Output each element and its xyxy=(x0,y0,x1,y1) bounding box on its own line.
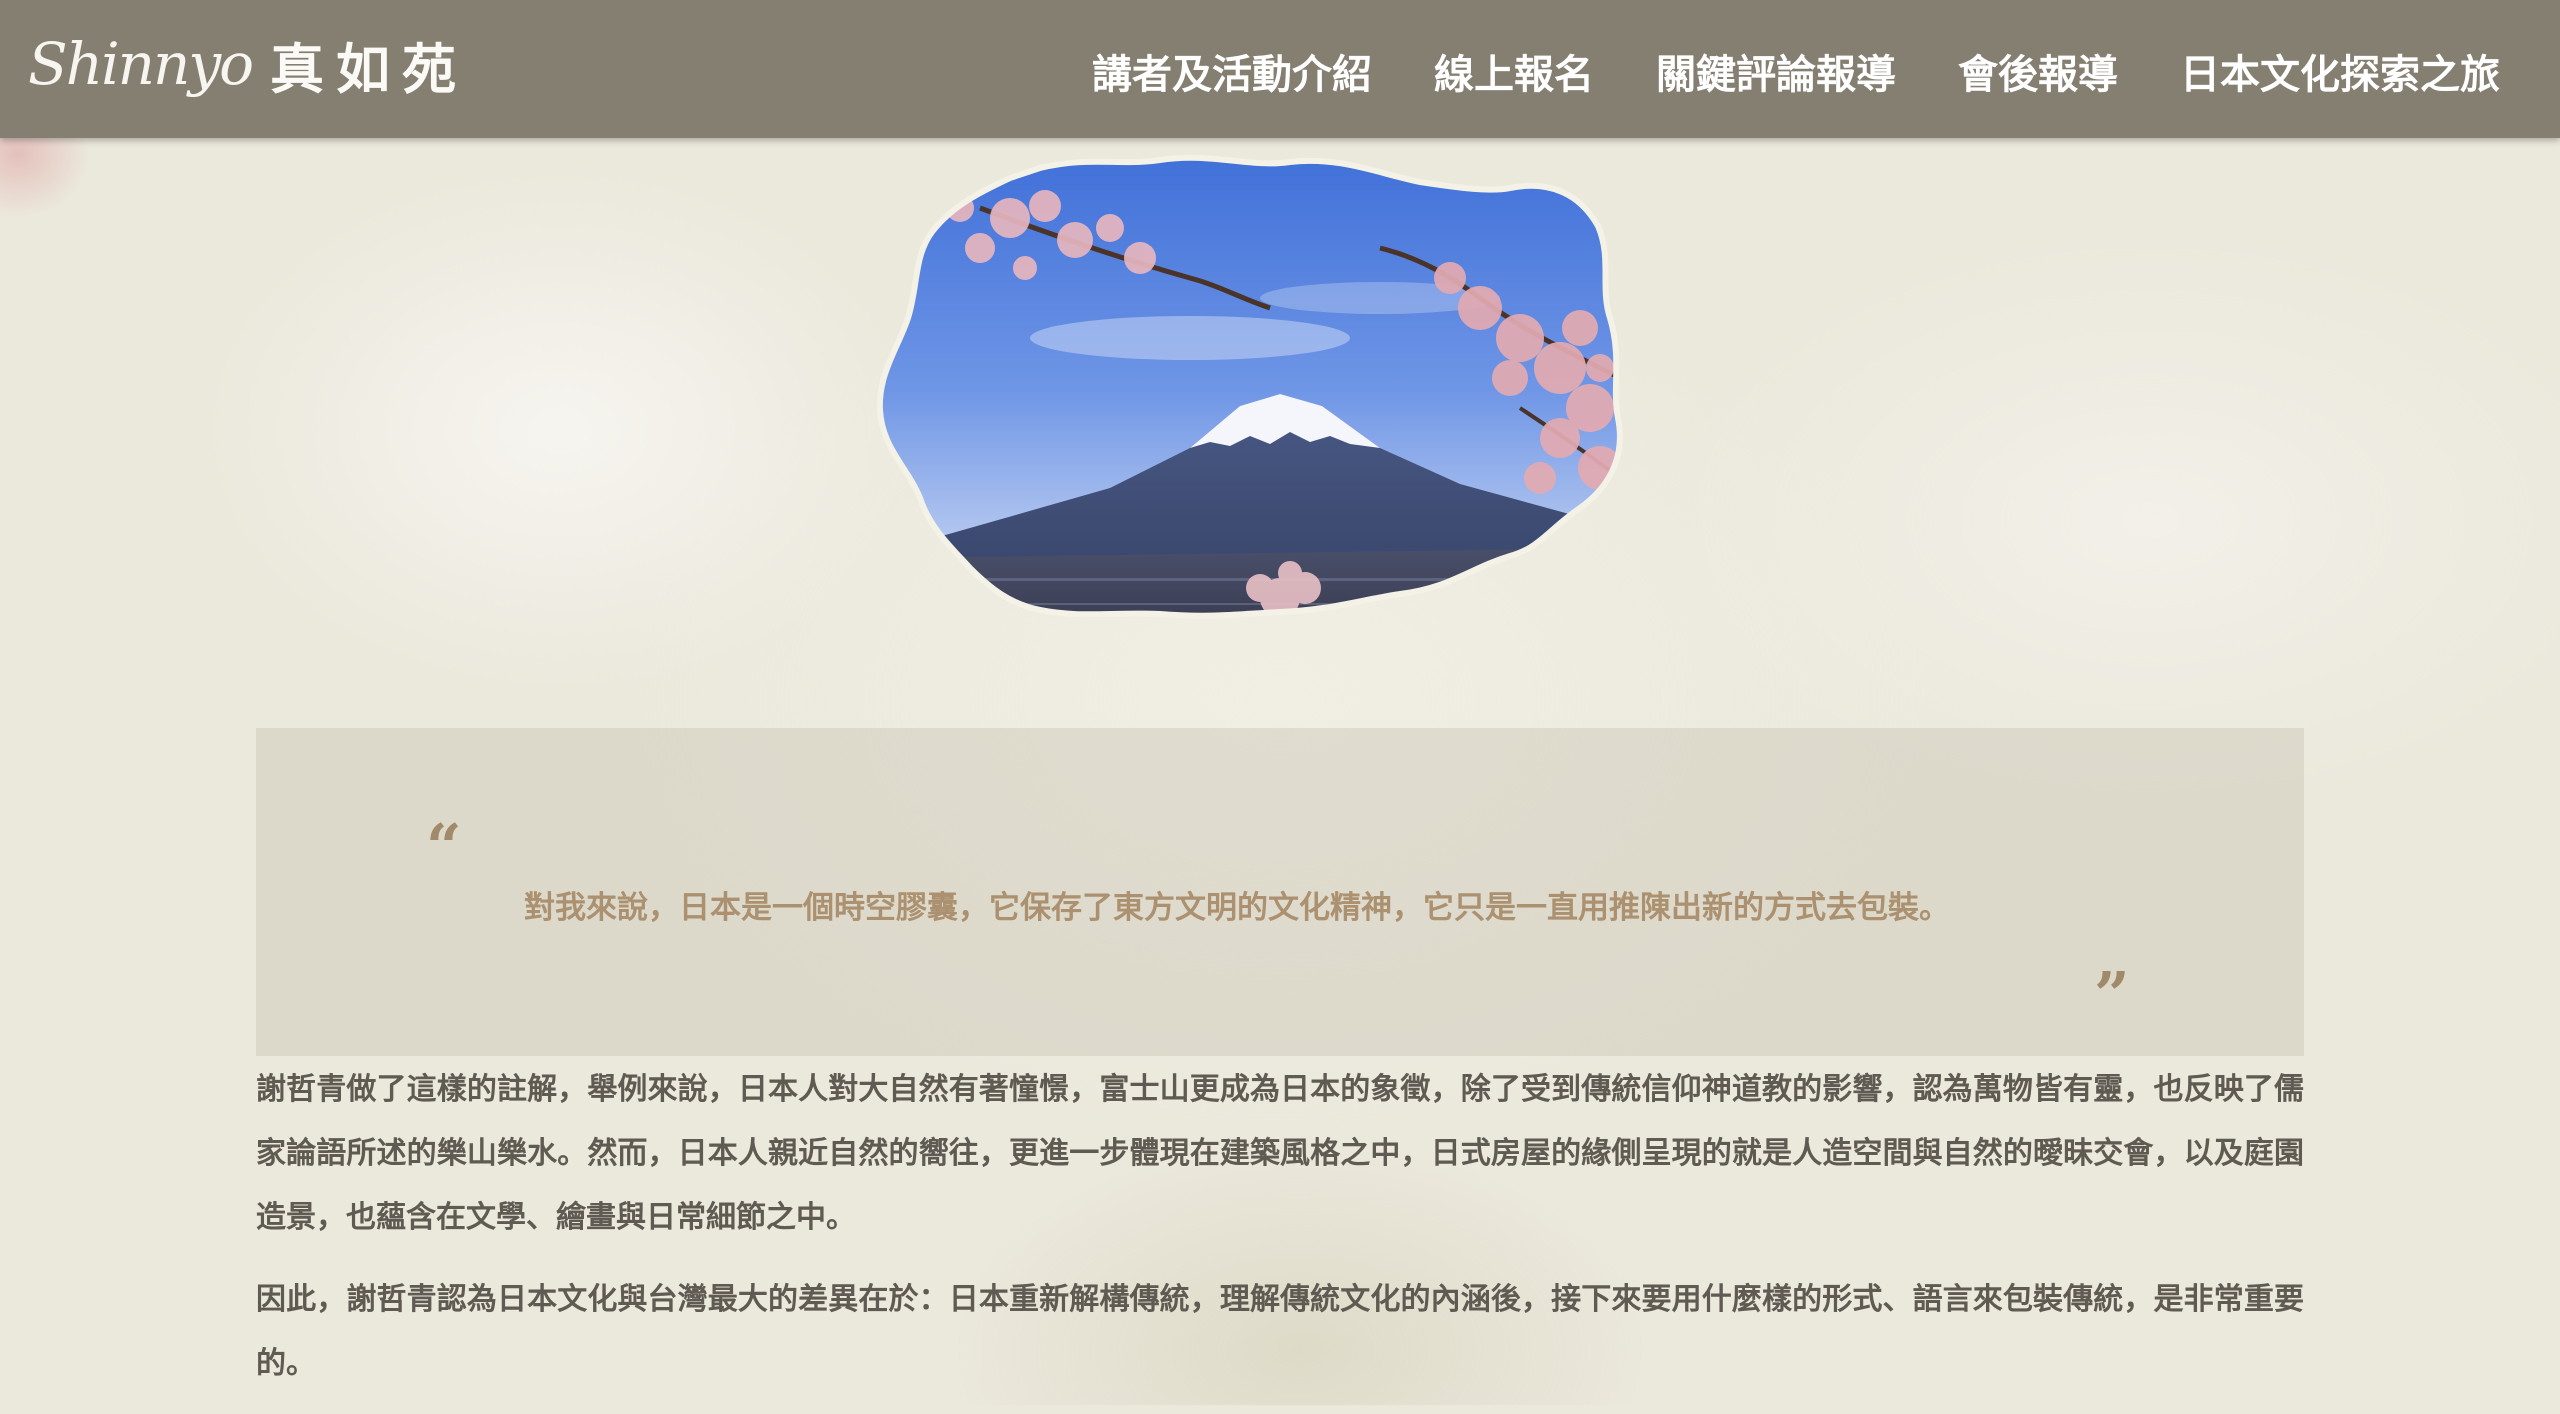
quote-close-icon: ” xyxy=(2094,958,2130,1031)
article-body: 謝哲青做了這樣的註解，舉例來說，日本人對大自然有著憧憬，富士山更成為日本的象徵，… xyxy=(256,1058,2304,1414)
quote-open-icon: “ xyxy=(426,810,462,883)
quote-text: 對我來說，日本是一個時空膠囊，它保存了東方文明的文化精神，它只是一直用推陳出新的… xyxy=(524,890,1950,926)
logo-kanji: 真如苑 xyxy=(270,36,469,101)
hero-image-fuji xyxy=(860,148,1700,688)
site-header: Shinnyo 真如苑 講者及活動介紹 線上報名 關鍵評論報導 會後報導 日本文… xyxy=(0,0,2560,138)
petal-decoration xyxy=(0,138,90,218)
body-paragraph: 謝哲青做了這樣的註解，舉例來說，日本人對大自然有著憧憬，富士山更成為日本的象徵，… xyxy=(256,1072,2304,1235)
body-paragraph: 因此，謝哲青認為日本文化與台灣最大的差異在於：日本重新解構傳統，理解傳統文化的內… xyxy=(256,1282,2304,1381)
quote-block: “ 對我來說，日本是一個時空膠囊，它保存了東方文明的文化精神，它只是一直用推陳出… xyxy=(256,728,2304,1056)
nav-item-speakers[interactable]: 講者及活動介紹 xyxy=(1092,42,1372,100)
logo-script: Shinnyo xyxy=(28,30,254,98)
nav-item-key-reports[interactable]: 關鍵評論報導 xyxy=(1656,42,1896,100)
nav-item-post-event[interactable]: 會後報導 xyxy=(1958,42,2118,100)
main-nav: 講者及活動介紹 線上報名 關鍵評論報導 會後報導 日本文化探索之旅 xyxy=(1030,36,2500,106)
nav-item-culture-tour[interactable]: 日本文化探索之旅 xyxy=(2180,42,2500,100)
nav-item-registration[interactable]: 線上報名 xyxy=(1434,42,1594,100)
site-logo[interactable]: Shinnyo 真如苑 xyxy=(28,24,468,104)
